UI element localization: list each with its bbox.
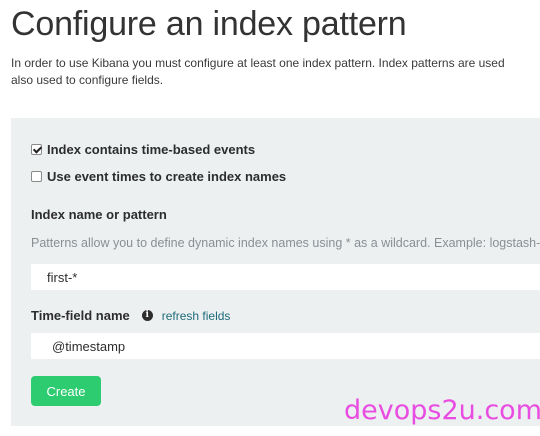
watermark: devops2u.com xyxy=(344,395,540,426)
time-field-label: Time-field name xyxy=(31,308,130,323)
event-times-row[interactable]: Use event times to create index names xyxy=(31,169,286,184)
time-based-row[interactable]: Index contains time-based events xyxy=(31,142,255,157)
page: Configure an index pattern In order to u… xyxy=(0,0,540,436)
intro-line-1: In order to use Kibana you must configur… xyxy=(11,56,505,70)
create-button[interactable]: Create xyxy=(31,376,101,406)
time-field-select[interactable]: @timestamp xyxy=(31,333,540,359)
event-times-label[interactable]: Use event times to create index names xyxy=(47,169,286,184)
intro-text: In order to use Kibana you must configur… xyxy=(11,55,540,89)
index-name-help: Patterns allow you to define dynamic ind… xyxy=(31,236,540,250)
time-based-checkbox[interactable] xyxy=(31,144,42,155)
intro-line-2: also used to configure fields. xyxy=(11,73,164,87)
time-field-value: @timestamp xyxy=(52,338,126,354)
time-based-label[interactable]: Index contains time-based events xyxy=(47,142,255,157)
index-name-value: first-* xyxy=(47,269,78,285)
time-field-label-row: Time-field name i refresh fields xyxy=(31,308,230,323)
index-pattern-form: Index contains time-based events Use eve… xyxy=(11,118,540,426)
info-circle-icon[interactable]: i xyxy=(141,310,153,321)
event-times-checkbox[interactable] xyxy=(31,171,42,182)
index-name-label: Index name or pattern xyxy=(31,207,167,222)
refresh-fields-link[interactable]: refresh fields xyxy=(162,309,231,323)
index-name-input[interactable]: first-* xyxy=(31,264,540,290)
page-title: Configure an index pattern xyxy=(11,5,407,43)
